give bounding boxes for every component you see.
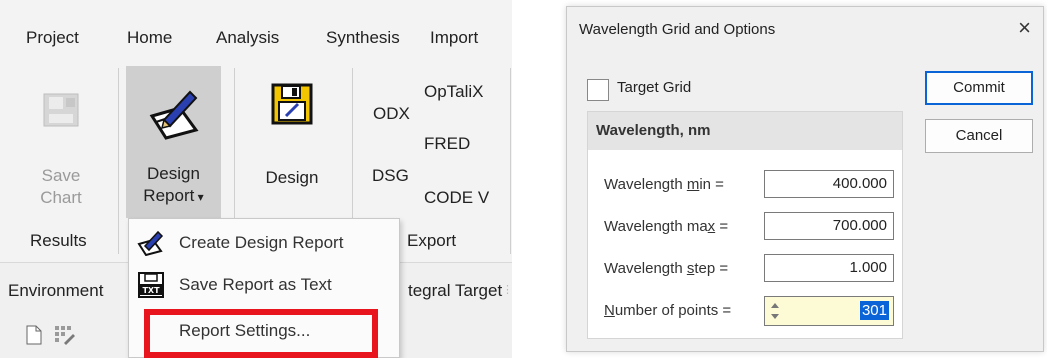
wavelength-max-input[interactable]: 700.000 xyxy=(764,212,894,240)
group-label-results: Results xyxy=(30,231,87,250)
grip-icon: ⋮⋮ xyxy=(502,284,512,296)
codev-button[interactable]: CODE V xyxy=(424,188,489,208)
tab-home[interactable]: Home xyxy=(127,28,172,48)
design-report-button[interactable]: Design Report ▾ xyxy=(126,66,221,218)
odx-button[interactable]: ODX xyxy=(373,104,410,124)
tab-environment[interactable]: Environment xyxy=(8,281,103,301)
cancel-button[interactable]: Cancel xyxy=(925,119,1033,153)
group-header: Wavelength, nm xyxy=(588,112,902,150)
save-chart-icon xyxy=(43,93,79,127)
spin-arrows-icon[interactable] xyxy=(769,299,781,323)
save-txt-icon: TXT xyxy=(138,272,164,298)
number-of-points-label: Number of points = xyxy=(604,302,732,319)
dropdown-arrow-icon: ▾ xyxy=(194,190,204,204)
target-grid-label: Target Grid xyxy=(617,79,692,96)
design-report-label-2: Report ▾ xyxy=(143,186,204,205)
wavelength-group: Wavelength, nm Wavelength min = 400.000 … xyxy=(587,111,903,339)
tab-project[interactable]: Project xyxy=(26,28,79,48)
group-label-export: Export xyxy=(407,231,457,250)
wavelength-step-row: Wavelength step = 1.000 xyxy=(604,254,894,284)
wavelength-min-input[interactable]: 400.000 xyxy=(764,170,894,198)
design-report-icon xyxy=(137,230,164,256)
design-label: Design xyxy=(265,168,319,187)
wavelength-min-label: Wavelength min = xyxy=(604,176,724,193)
design-button[interactable]: Design xyxy=(252,80,332,220)
highlight-annotation xyxy=(144,309,378,358)
save-chart-label-1: Save xyxy=(41,166,81,185)
tab-integral-target[interactable]: tegral Target xyxy=(408,281,502,301)
design-report-icon xyxy=(149,90,198,140)
ribbon-panel: Project Home Analysis Synthesis Import S… xyxy=(0,0,512,358)
separator xyxy=(234,68,235,218)
commit-button[interactable]: Commit xyxy=(925,71,1033,105)
menu-item-save-report-as-text[interactable]: TXT Save Report as Text xyxy=(129,267,399,303)
save-chart-label-2: Chart xyxy=(40,188,82,207)
menu-label: Create Design Report xyxy=(179,233,344,252)
wavelength-max-label: Wavelength max = xyxy=(604,218,729,235)
floppy-design-icon xyxy=(271,83,313,125)
tab-import[interactable]: Import xyxy=(430,28,478,48)
number-of-points-row: Number of points = 301 xyxy=(604,296,894,326)
menu-label: Save Report as Text xyxy=(179,275,332,294)
dsg-button[interactable]: DSG xyxy=(372,166,409,186)
wavelength-step-label: Wavelength step = xyxy=(604,260,729,277)
wavelength-dialog: Wavelength Grid and Options × Target Gri… xyxy=(566,6,1044,352)
target-grid-checkbox[interactable] xyxy=(587,79,609,101)
fred-button[interactable]: FRED xyxy=(424,134,470,154)
wavelength-max-row: Wavelength max = 700.000 xyxy=(604,212,894,242)
wavelength-min-row: Wavelength min = 400.000 xyxy=(604,170,894,200)
new-file-icon[interactable] xyxy=(26,325,42,345)
tab-analysis[interactable]: Analysis xyxy=(216,28,279,48)
grid-edit-icon[interactable] xyxy=(54,325,76,345)
svg-text:TXT: TXT xyxy=(142,286,160,295)
wavelength-step-input[interactable]: 1.000 xyxy=(764,254,894,282)
number-of-points-stepper[interactable]: 301 xyxy=(764,296,894,326)
menu-item-create-design-report[interactable]: Create Design Report xyxy=(129,225,399,261)
close-icon[interactable]: × xyxy=(1018,15,1031,41)
tab-synthesis[interactable]: Synthesis xyxy=(326,28,400,48)
optalix-button[interactable]: OpTaliX xyxy=(424,82,484,102)
dialog-title: Wavelength Grid and Options xyxy=(579,21,776,38)
separator xyxy=(118,68,119,254)
ribbon-tabs: Project Home Analysis Synthesis Import xyxy=(0,0,512,62)
design-report-label-1: Design xyxy=(147,164,200,183)
separator xyxy=(510,68,511,254)
save-chart-button[interactable]: Save Chart xyxy=(26,80,96,225)
number-of-points-value: 301 xyxy=(859,301,889,320)
group-title: Wavelength, nm xyxy=(596,122,711,139)
